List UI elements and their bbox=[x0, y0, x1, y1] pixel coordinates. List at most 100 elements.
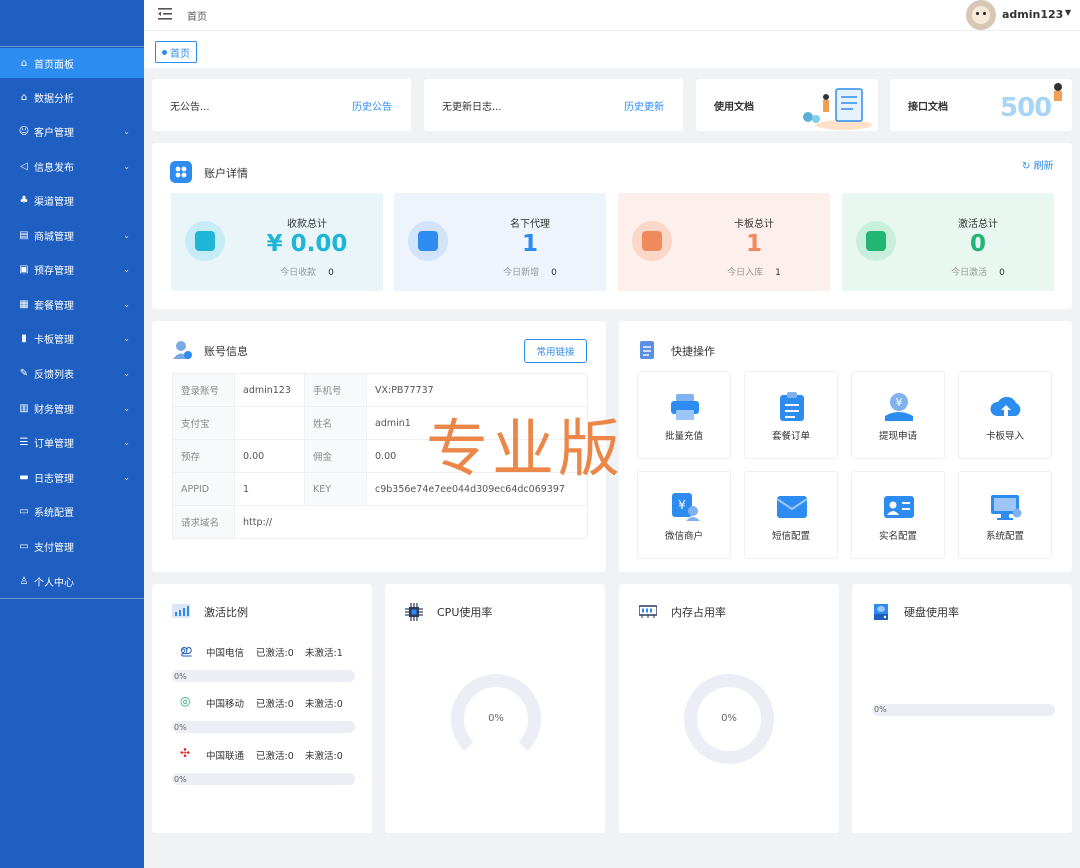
carrier-name: 中国电信 bbox=[206, 648, 245, 659]
id-card-icon bbox=[882, 490, 916, 524]
refresh-icon: ↻ bbox=[1022, 161, 1034, 172]
sidebar-item-label: 信息发布 bbox=[34, 162, 74, 174]
sidebar-item-label: 反馈列表 bbox=[34, 369, 74, 381]
sidebar-item-orders[interactable]: ☰ 订单管理 ⌄ bbox=[0, 427, 144, 457]
quick-title: 快捷操作 bbox=[671, 345, 715, 358]
sidebar-item-store[interactable]: ▤ 商城管理 ⌄ bbox=[0, 220, 144, 250]
chevron-down-icon: ⌄ bbox=[123, 333, 130, 343]
disk-value: 0% bbox=[874, 705, 887, 714]
quick-realname-config[interactable]: 实名配置 bbox=[851, 471, 945, 559]
breadcrumb[interactable]: 首页 bbox=[187, 8, 207, 23]
sidebar-item-payment[interactable]: ▭ 支付管理 bbox=[0, 531, 144, 561]
package-icon: ▦ bbox=[19, 298, 29, 310]
sidebar-divider bbox=[0, 46, 144, 47]
quick-actions-card: 快捷操作 批量充值 套餐订单 ¥ 提现申请 卡板导入 ¥ 微信商户 短信配置 实… bbox=[619, 321, 1072, 572]
progress-label: 0% bbox=[174, 672, 187, 681]
stat-value: 1 bbox=[521, 231, 538, 257]
sidebar-item-label: 系统配置 bbox=[34, 507, 74, 519]
sidebar-item-label: 个人中心 bbox=[34, 577, 74, 589]
sidebar-item-profile[interactable]: ♙ 个人中心 bbox=[0, 566, 144, 596]
chevron-down-icon: ⌄ bbox=[123, 403, 130, 413]
history-changelog-link[interactable]: 历史更新 bbox=[624, 98, 664, 113]
sidebar-item-feedback[interactable]: ✎ 反馈列表 ⌄ bbox=[0, 358, 144, 388]
monitor-icon: ▭ bbox=[19, 505, 29, 517]
bar-chart-icon bbox=[172, 604, 190, 618]
progress-bar bbox=[172, 670, 355, 682]
quick-label: 批量充值 bbox=[664, 431, 703, 442]
sim-card-icon: ▮ bbox=[21, 332, 27, 344]
stat-title: 卡板总计 bbox=[734, 219, 774, 230]
users-icon: ☺ bbox=[18, 125, 30, 137]
quick-batch-recharge[interactable]: 批量充值 bbox=[637, 371, 731, 459]
sidebar-item-publish[interactable]: ◁ 信息发布 ⌄ bbox=[0, 151, 144, 181]
wechat-merchant-icon: ¥ bbox=[668, 490, 702, 524]
sidebar-item-label: 商城管理 bbox=[34, 231, 74, 243]
sidebar-item-finance[interactable]: ▥ 财务管理 ⌄ bbox=[0, 393, 144, 423]
dot-icon bbox=[162, 49, 167, 55]
account-title: 账户详情 bbox=[204, 167, 248, 180]
stat-title: 激活总计 bbox=[958, 219, 998, 230]
memory-value: 0% bbox=[721, 713, 737, 724]
printer-icon bbox=[668, 390, 702, 424]
refresh-button[interactable]: ↻ 刷新 bbox=[1022, 157, 1054, 172]
user-icon: ♙ bbox=[19, 575, 29, 587]
sidebar-item-logs[interactable]: ▬ 日志管理 ⌄ bbox=[0, 462, 144, 492]
quick-card-import[interactable]: 卡板导入 bbox=[958, 371, 1052, 459]
quick-wechat-merchant[interactable]: ¥ 微信商户 bbox=[637, 471, 731, 559]
stat-title: 收款总计 bbox=[287, 219, 327, 230]
history-announcement-link[interactable]: 历史公告 bbox=[352, 98, 392, 113]
feedback-icon: ✎ bbox=[19, 367, 29, 379]
activation-icon bbox=[856, 221, 896, 261]
api-docs-card[interactable]: 接口文档 500 bbox=[890, 79, 1072, 131]
menu-collapse-icon[interactable] bbox=[158, 8, 172, 20]
sidebar-item-label: 支付管理 bbox=[34, 542, 74, 554]
sidebar-item-label: 财务管理 bbox=[34, 404, 74, 416]
caret-down-icon[interactable]: ▼ bbox=[1065, 8, 1071, 17]
sidebar-item-deposit[interactable]: ▣ 预存管理 ⌄ bbox=[0, 254, 144, 284]
sidebar-item-analytics[interactable]: ⌂ 数据分析 bbox=[0, 82, 144, 112]
sidebar-item-cards[interactable]: ▮ 卡板管理 ⌄ bbox=[0, 323, 144, 353]
api-badge-text: 500 bbox=[1000, 93, 1052, 123]
finance-icon: ▥ bbox=[19, 402, 29, 414]
sidebar-item-system[interactable]: ▭ 系统配置 bbox=[0, 496, 144, 526]
card-board-icon bbox=[632, 221, 672, 261]
stat-value: 0 bbox=[969, 231, 986, 257]
tab-home[interactable]: 首页 bbox=[155, 41, 197, 63]
avatar[interactable] bbox=[966, 0, 996, 30]
info-title: 账号信息 bbox=[204, 345, 248, 358]
quick-system-config[interactable]: 系统配置 bbox=[958, 471, 1052, 559]
money-hand-icon: ¥ bbox=[882, 390, 916, 424]
memory-usage-card: 内存占用率 0% bbox=[619, 584, 839, 833]
quick-label: 套餐订单 bbox=[771, 431, 810, 442]
chevron-down-icon: ⌄ bbox=[123, 126, 130, 136]
quick-package-orders[interactable]: 套餐订单 bbox=[744, 371, 838, 459]
sidebar-item-dashboard[interactable]: ⌂ 首页面板 bbox=[0, 48, 144, 78]
home-icon: ⌂ bbox=[20, 57, 28, 69]
chevron-down-icon: ⌄ bbox=[123, 437, 130, 447]
sidebar-item-packages[interactable]: ▦ 套餐管理 ⌄ bbox=[0, 289, 144, 319]
quick-label: 卡板导入 bbox=[985, 431, 1024, 442]
quick-sms-config[interactable]: 短信配置 bbox=[744, 471, 838, 559]
account-details-card: 账户详情 ↻ 刷新 收款总计 ¥ 0.00 今日收款 0 名下代理 1 今日新增 0… bbox=[152, 143, 1072, 309]
agent-icon bbox=[408, 221, 448, 261]
megaphone-icon: ◁ bbox=[20, 160, 28, 172]
sidebar-item-label: 卡板管理 bbox=[34, 334, 74, 346]
stat-sub: 今日收款 0 bbox=[280, 268, 334, 278]
username[interactable]: admin123 bbox=[1002, 8, 1063, 21]
api-docs-label: 接口文档 bbox=[908, 102, 948, 113]
dashboard-icon bbox=[170, 161, 192, 183]
sidebar-item-customers[interactable]: ☺ 客户管理 ⌄ bbox=[0, 116, 144, 146]
sidebar-item-channels[interactable]: ♣ 渠道管理 bbox=[0, 185, 144, 215]
docs-card[interactable]: 使用文档 bbox=[696, 79, 878, 131]
carrier-name: 中国移动 bbox=[206, 699, 245, 710]
stat-revenue: 收款总计 ¥ 0.00 今日收款 0 bbox=[171, 193, 383, 291]
carrier-inactive: 未激活:1 bbox=[305, 648, 343, 659]
sidebar-item-label: 预存管理 bbox=[34, 265, 74, 277]
clipboard-list-icon bbox=[775, 390, 809, 424]
stat-agents: 名下代理 1 今日新增 0 bbox=[394, 193, 606, 291]
carrier-activated: 已激活:0 bbox=[256, 699, 294, 710]
quick-withdraw[interactable]: ¥ 提现申请 bbox=[851, 371, 945, 459]
carrier-inactive: 未激活:0 bbox=[305, 699, 343, 710]
common-links-button[interactable]: 常用链接 bbox=[524, 339, 587, 363]
sidebar-item-label: 数据分析 bbox=[34, 93, 74, 105]
